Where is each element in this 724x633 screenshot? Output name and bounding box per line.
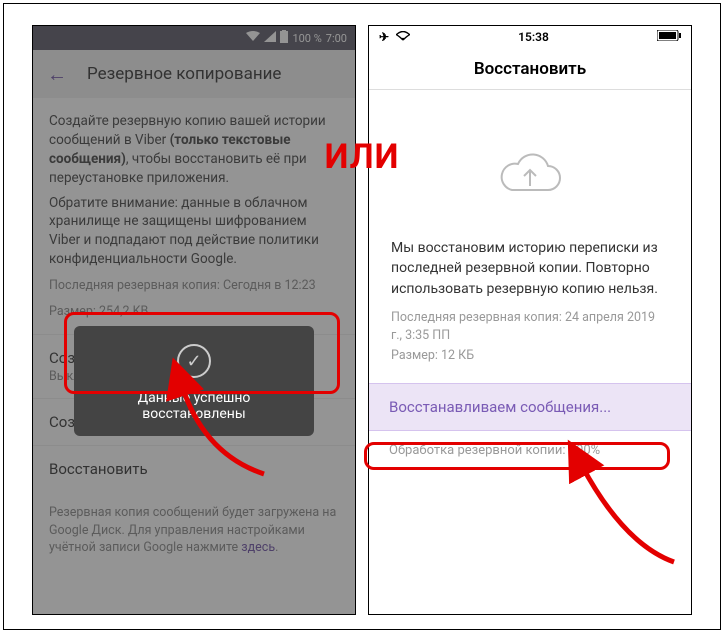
restore-row[interactable]: Восстановить bbox=[33, 445, 355, 492]
footer-link[interactable]: здесь bbox=[241, 540, 275, 555]
restoring-label: Восстанавливаем сообщения... bbox=[389, 398, 611, 416]
battery-icon bbox=[280, 30, 288, 46]
clock: 15:38 bbox=[518, 30, 549, 44]
back-arrow-icon[interactable]: ← bbox=[47, 62, 67, 87]
page-title: Резервное копирование bbox=[87, 64, 281, 84]
page-frame: 100 % 7:00 ← Резервное копирование Созда… bbox=[3, 3, 721, 630]
backup-size-text: Размер: 12 КБ bbox=[391, 347, 669, 365]
footer-post: . bbox=[275, 540, 278, 555]
airplane-icon: ✈ bbox=[379, 30, 389, 44]
footer-text: Резервная копия сообщений будет загружен… bbox=[33, 492, 355, 571]
intro-warning: Обратите внимание: данные в облачном хра… bbox=[49, 195, 319, 268]
ios-body: Мы восстановим историю переписки из посл… bbox=[369, 90, 691, 383]
ios-screen: ✈ 15:38 Восстановить Мы восстановим исто… bbox=[368, 25, 692, 615]
connector-or-text: ИЛИ bbox=[325, 137, 400, 177]
intro-text-block: Создайте резервную копию вашей истории с… bbox=[33, 98, 355, 334]
cloud-upload-icon bbox=[498, 150, 562, 198]
check-icon: ✓ bbox=[177, 344, 211, 378]
ios-statusbar: ✈ 15:38 bbox=[369, 26, 691, 48]
footer-pre: Резервная копия сообщений будет загружен… bbox=[49, 505, 336, 555]
android-screen: 100 % 7:00 ← Резервное копирование Созда… bbox=[32, 25, 356, 615]
android-header: ← Резервное копирование bbox=[33, 50, 355, 98]
cell-signal-icon bbox=[264, 31, 276, 45]
success-toast: ✓ Данные успешно восстановлены bbox=[74, 326, 314, 436]
wifi-icon bbox=[246, 31, 260, 45]
restore-label: Восстановить bbox=[49, 460, 339, 478]
progress-value: 100% bbox=[569, 443, 600, 458]
restore-info-text: Мы восстановим историю переписки из посл… bbox=[391, 238, 669, 299]
restoring-status-bar: Восстанавливаем сообщения... bbox=[369, 383, 691, 431]
toast-text: Данные успешно восстановлены bbox=[86, 390, 302, 422]
status-left-icons: ✈ bbox=[379, 30, 410, 44]
battery-percent: 100 % bbox=[292, 32, 321, 45]
last-backup-text: Последняя резервная копия: Сегодня в 12:… bbox=[49, 277, 339, 295]
clock: 7:00 bbox=[326, 32, 347, 45]
page-title: Восстановить bbox=[474, 59, 586, 79]
battery-icon bbox=[657, 30, 681, 44]
backup-size-text: Размер: 254,2 KB bbox=[49, 303, 339, 321]
progress-label: Обработка резервной копии: bbox=[389, 443, 569, 458]
progress-row: Обработка резервной копии: 100% bbox=[369, 431, 691, 470]
wifi-icon bbox=[396, 30, 410, 44]
ios-header: Восстановить bbox=[369, 48, 691, 90]
android-statusbar: 100 % 7:00 bbox=[33, 26, 355, 50]
last-backup-text: Последняя резервная копия: 24 апреля 201… bbox=[391, 309, 669, 345]
